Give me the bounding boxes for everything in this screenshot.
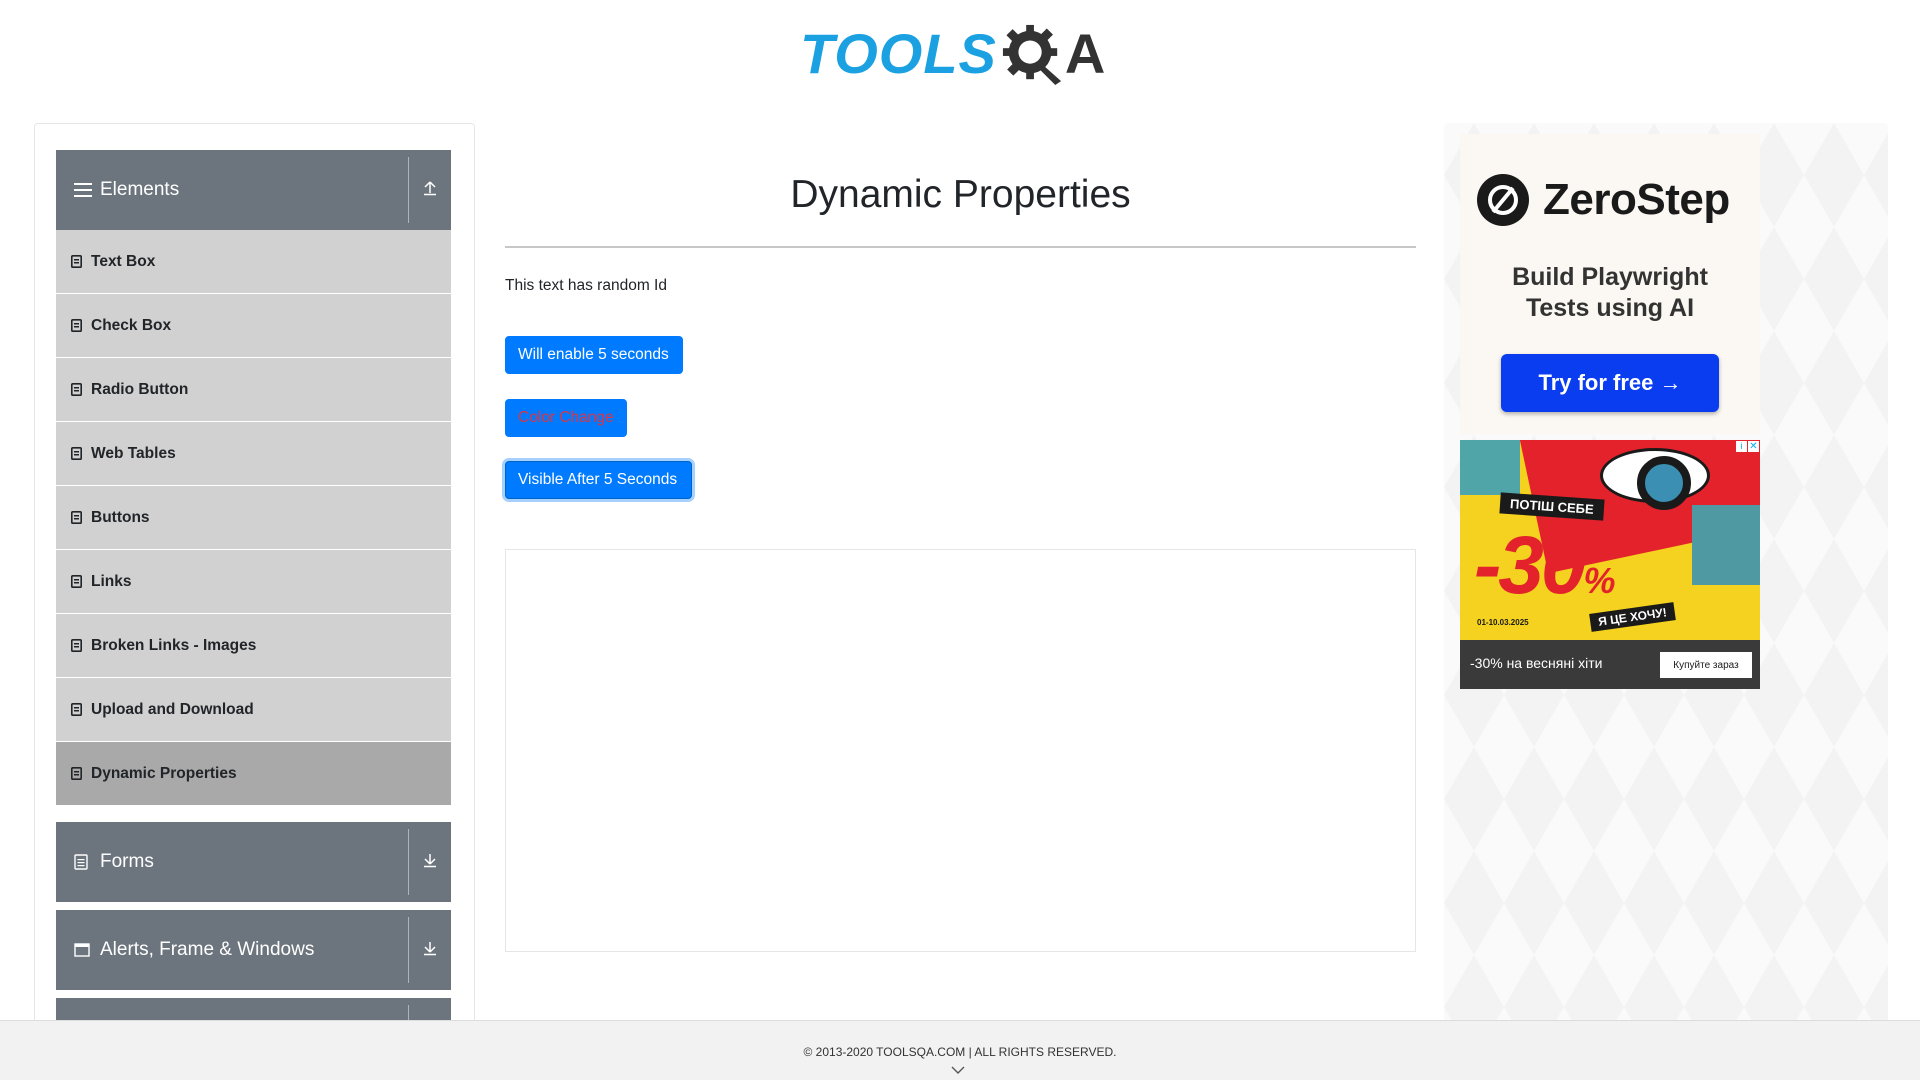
sale-banner-footer: -30% на весняні хіти Купуйте зараз — [1460, 640, 1760, 689]
zerostep-tagline-line1: Build Playwright — [1512, 263, 1708, 291]
buy-now-button[interactable]: Купуйте зараз — [1660, 652, 1752, 678]
list-icon — [71, 767, 83, 780]
logo-tools-text: TOOLS — [800, 22, 997, 85]
random-id-text: This text has random Id — [505, 277, 667, 294]
toolsqa-logo[interactable]: TOOLS A — [800, 14, 1125, 94]
color-change-button[interactable]: Color Change — [505, 399, 627, 437]
list-icon — [71, 639, 83, 652]
expand-down-icon[interactable] — [409, 852, 451, 873]
page-title: Dynamic Properties — [790, 173, 1131, 216]
list-icon — [71, 511, 83, 524]
zerostep-tagline: Build Playwright Tests using AI — [1460, 262, 1760, 324]
group-header-elements[interactable]: Elements — [56, 150, 451, 230]
menu-item-buttons[interactable]: Buttons — [56, 486, 451, 550]
menu-item-web-tables[interactable]: Web Tables — [56, 422, 451, 486]
visible-after-button[interactable]: Visible After 5 Seconds — [505, 461, 692, 499]
menu-item-links[interactable]: Links — [56, 550, 451, 614]
try-for-free-button[interactable]: Try for free → — [1501, 354, 1719, 412]
menu-item-label: Buttons — [91, 508, 150, 526]
copyright-text: © 2013-2020 TOOLSQA.COM | ALL RIGHTS RES… — [803, 1045, 1117, 1059]
hamburger-icon — [74, 183, 94, 197]
menu-item-label: Check Box — [91, 316, 172, 334]
enable-after-button[interactable]: Will enable 5 seconds — [505, 336, 683, 374]
collapse-up-icon[interactable] — [409, 180, 451, 201]
menu-item-check-box[interactable]: Check Box — [56, 294, 451, 358]
menu-item-label: Broken Links - Images — [91, 636, 257, 654]
ad-frame-placeholder — [505, 549, 1416, 952]
expand-down-icon[interactable] — [409, 940, 451, 961]
elements-menu-list: Text Box Check Box Radio Button Web Tabl… — [56, 230, 451, 806]
menu-item-label: Radio Button — [91, 380, 189, 398]
group-label-alerts-frame-windows: Alerts, Frame & Windows — [100, 939, 315, 960]
zerostep-tagline-line2: Tests using AI — [1525, 294, 1695, 322]
site-header: TOOLS A — [0, 0, 1920, 100]
group-header-alerts-frame-windows[interactable]: Alerts, Frame & Windows — [56, 910, 451, 990]
sale-banner-ad[interactable]: ПОТІШ СЕБЕ -30% 01-10.03.2025 Я ЦЕ ХОЧУ!… — [1460, 440, 1760, 689]
list-icon — [71, 575, 83, 588]
menu-item-label: Dynamic Properties — [91, 764, 237, 782]
logo-qa-text: A — [1064, 22, 1106, 85]
left-navigation-panel: Elements Text Box Check Box Radio Button… — [34, 123, 475, 1023]
list-icon — [71, 383, 83, 396]
ad-info-icon[interactable]: i — [1736, 441, 1747, 452]
site-footer: © 2013-2020 TOOLSQA.COM | ALL RIGHTS RES… — [0, 1020, 1920, 1080]
menu-item-radio-button[interactable]: Radio Button — [56, 358, 451, 422]
chevron-down-icon[interactable] — [951, 1065, 965, 1075]
menu-item-label: Text Box — [91, 252, 156, 270]
zerostep-mark-icon — [1477, 174, 1529, 226]
title-divider — [505, 246, 1416, 248]
group-header-forms[interactable]: Forms — [56, 822, 451, 902]
list-icon — [71, 255, 83, 268]
gear-magnifier-icon — [1002, 24, 1061, 85]
menu-item-text-box[interactable]: Text Box — [56, 230, 451, 294]
list-icon — [71, 703, 83, 716]
main-content: Dynamic Properties This text has random … — [505, 123, 1416, 1023]
menu-item-label: Upload and Download — [91, 700, 254, 718]
zerostep-logo: ZeroStep — [1477, 174, 1730, 226]
sale-date: 01-10.03.2025 — [1477, 618, 1529, 627]
zerostep-ad[interactable]: ZeroStep Build Playwright Tests using AI… — [1460, 134, 1760, 434]
list-icon — [71, 447, 83, 460]
eye-illustration — [1600, 448, 1710, 510]
menu-item-label: Links — [91, 572, 132, 590]
group-label-elements: Elements — [100, 179, 180, 200]
ad-close-icon[interactable]: ✕ — [1748, 441, 1759, 452]
menu-item-label: Web Tables — [91, 444, 176, 462]
group-label-forms: Forms — [100, 851, 154, 872]
sale-percent: -30% — [1474, 520, 1616, 611]
sale-footer-text: -30% на весняні хіти — [1470, 655, 1603, 671]
list-icon — [71, 319, 83, 332]
menu-item-dynamic-properties[interactable]: Dynamic Properties — [56, 742, 451, 806]
sale-banner-artwork: ПОТІШ СЕБЕ -30% 01-10.03.2025 Я ЦЕ ХОЧУ! — [1460, 440, 1760, 640]
menu-item-broken-links-images[interactable]: Broken Links - Images — [56, 614, 451, 678]
window-icon — [74, 943, 94, 957]
menu-item-upload-and-download[interactable]: Upload and Download — [56, 678, 451, 742]
document-icon — [74, 854, 94, 870]
zerostep-name: ZeroStep — [1543, 175, 1730, 224]
